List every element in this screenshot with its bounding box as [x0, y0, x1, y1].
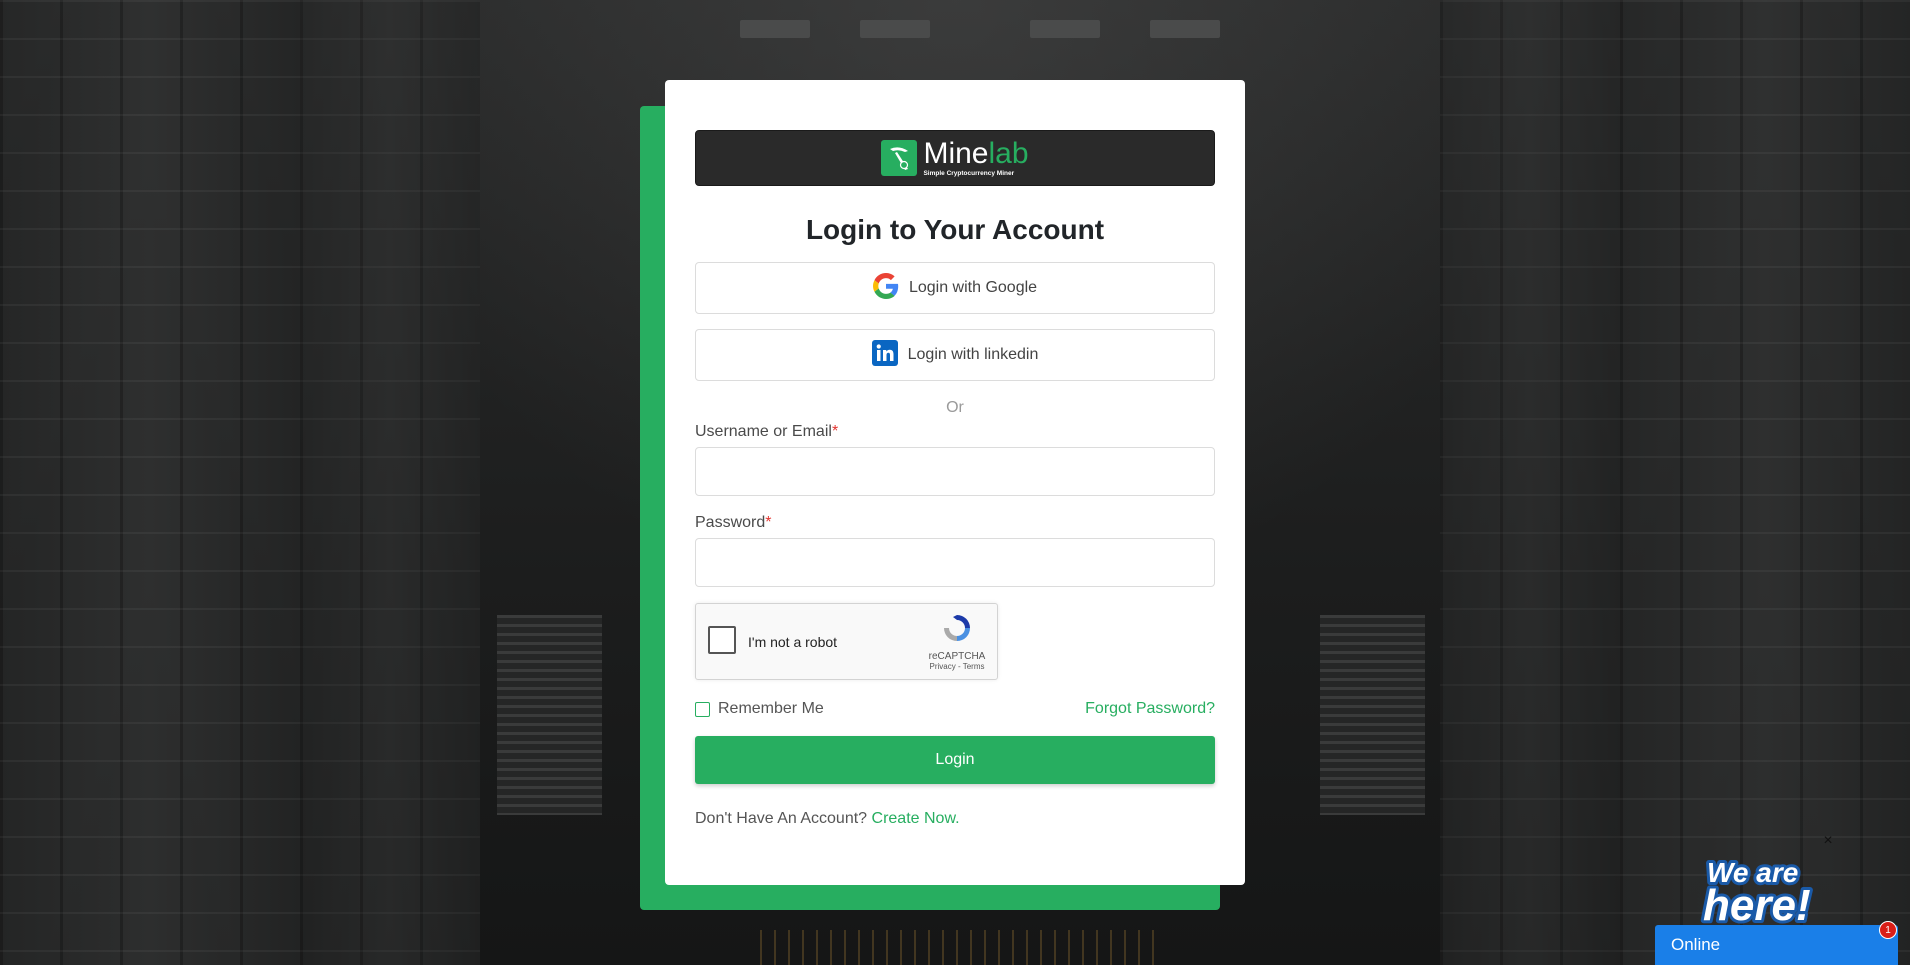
page-title: Login to Your Account	[805, 214, 1105, 245]
server-rack-left-inner	[300, 0, 480, 965]
we-are-here-badge[interactable]: We are here!	[1695, 848, 1845, 933]
password-label: Password*	[695, 514, 1215, 532]
brand-tagline: Simple Cryptocurrency Miner	[923, 169, 1015, 177]
ceiling-light	[1150, 20, 1220, 38]
recaptcha-icon	[941, 615, 973, 648]
remember-me-checkbox[interactable]	[695, 701, 710, 717]
username-label-text: Username or Email	[695, 423, 832, 440]
vent-right	[1320, 615, 1425, 815]
logo-bar: Minelab Simple Cryptocurrency Miner	[695, 130, 1215, 186]
google-login-button[interactable]: Login with Google	[695, 262, 1215, 314]
recaptcha-widget: I'm not a robot reCAPTCHA Privacy - Term…	[695, 603, 998, 680]
linkedin-icon	[871, 339, 898, 371]
username-label: Username or Email*	[695, 423, 1215, 441]
vent-left	[497, 615, 602, 815]
password-input[interactable]	[695, 538, 1215, 587]
ceiling-light	[1030, 20, 1100, 38]
brand-name-part2: lab	[988, 136, 1029, 170]
badge-text-line2: here!	[1703, 881, 1811, 928]
username-input[interactable]	[695, 447, 1215, 496]
google-login-label: Login with Google	[908, 279, 1038, 296]
required-mark: *	[765, 514, 772, 531]
remember-me[interactable]: Remember Me	[695, 700, 824, 718]
chat-unread-badge: 1	[1879, 921, 1897, 939]
signup-prompt: Don't Have An Account? Create Now.	[695, 810, 1215, 828]
linkedin-login-label: Login with linkedin	[907, 346, 1039, 363]
ceiling-light	[860, 20, 930, 38]
brand-name: Minelab	[923, 136, 1029, 170]
recaptcha-checkbox[interactable]	[708, 626, 736, 654]
password-label-text: Password	[695, 514, 766, 531]
or-divider: Or	[946, 399, 964, 416]
server-rack-right-inner	[1440, 0, 1620, 965]
login-card: Minelab Simple Cryptocurrency Miner Logi…	[665, 80, 1245, 885]
logo-text: Minelab Simple Cryptocurrency Miner	[923, 136, 1029, 178]
recaptcha-brand: reCAPTCHA	[928, 651, 986, 662]
recaptcha-label: I'm not a robot	[748, 634, 838, 650]
login-button[interactable]: Login	[695, 736, 1215, 784]
google-icon	[872, 272, 899, 304]
chat-status: Online	[1671, 935, 1721, 954]
chat-close-icon[interactable]: ×	[1821, 833, 1835, 849]
brand-name-part1: Mine	[923, 136, 989, 170]
remember-me-label: Remember Me	[718, 700, 824, 717]
options-row: Remember Me Forgot Password?	[695, 700, 1215, 718]
required-mark: *	[831, 423, 839, 440]
create-account-link[interactable]: Create Now.	[872, 810, 960, 827]
recaptcha-links[interactable]: Privacy - Terms	[927, 662, 987, 671]
forgot-password-link[interactable]: Forgot Password?	[1085, 700, 1215, 718]
recaptcha-logo: reCAPTCHA Privacy - Terms	[927, 612, 987, 671]
pickaxe-logo-icon	[881, 140, 918, 176]
ceiling-light	[740, 20, 810, 38]
server-rack-left	[0, 0, 300, 965]
chat-status-bar[interactable]: Online	[1655, 925, 1898, 965]
signup-prompt-text: Don't Have An Account?	[695, 810, 868, 827]
floor	[760, 930, 1160, 965]
server-rack-right	[1620, 0, 1910, 965]
linkedin-login-button[interactable]: Login with linkedin	[695, 329, 1215, 381]
